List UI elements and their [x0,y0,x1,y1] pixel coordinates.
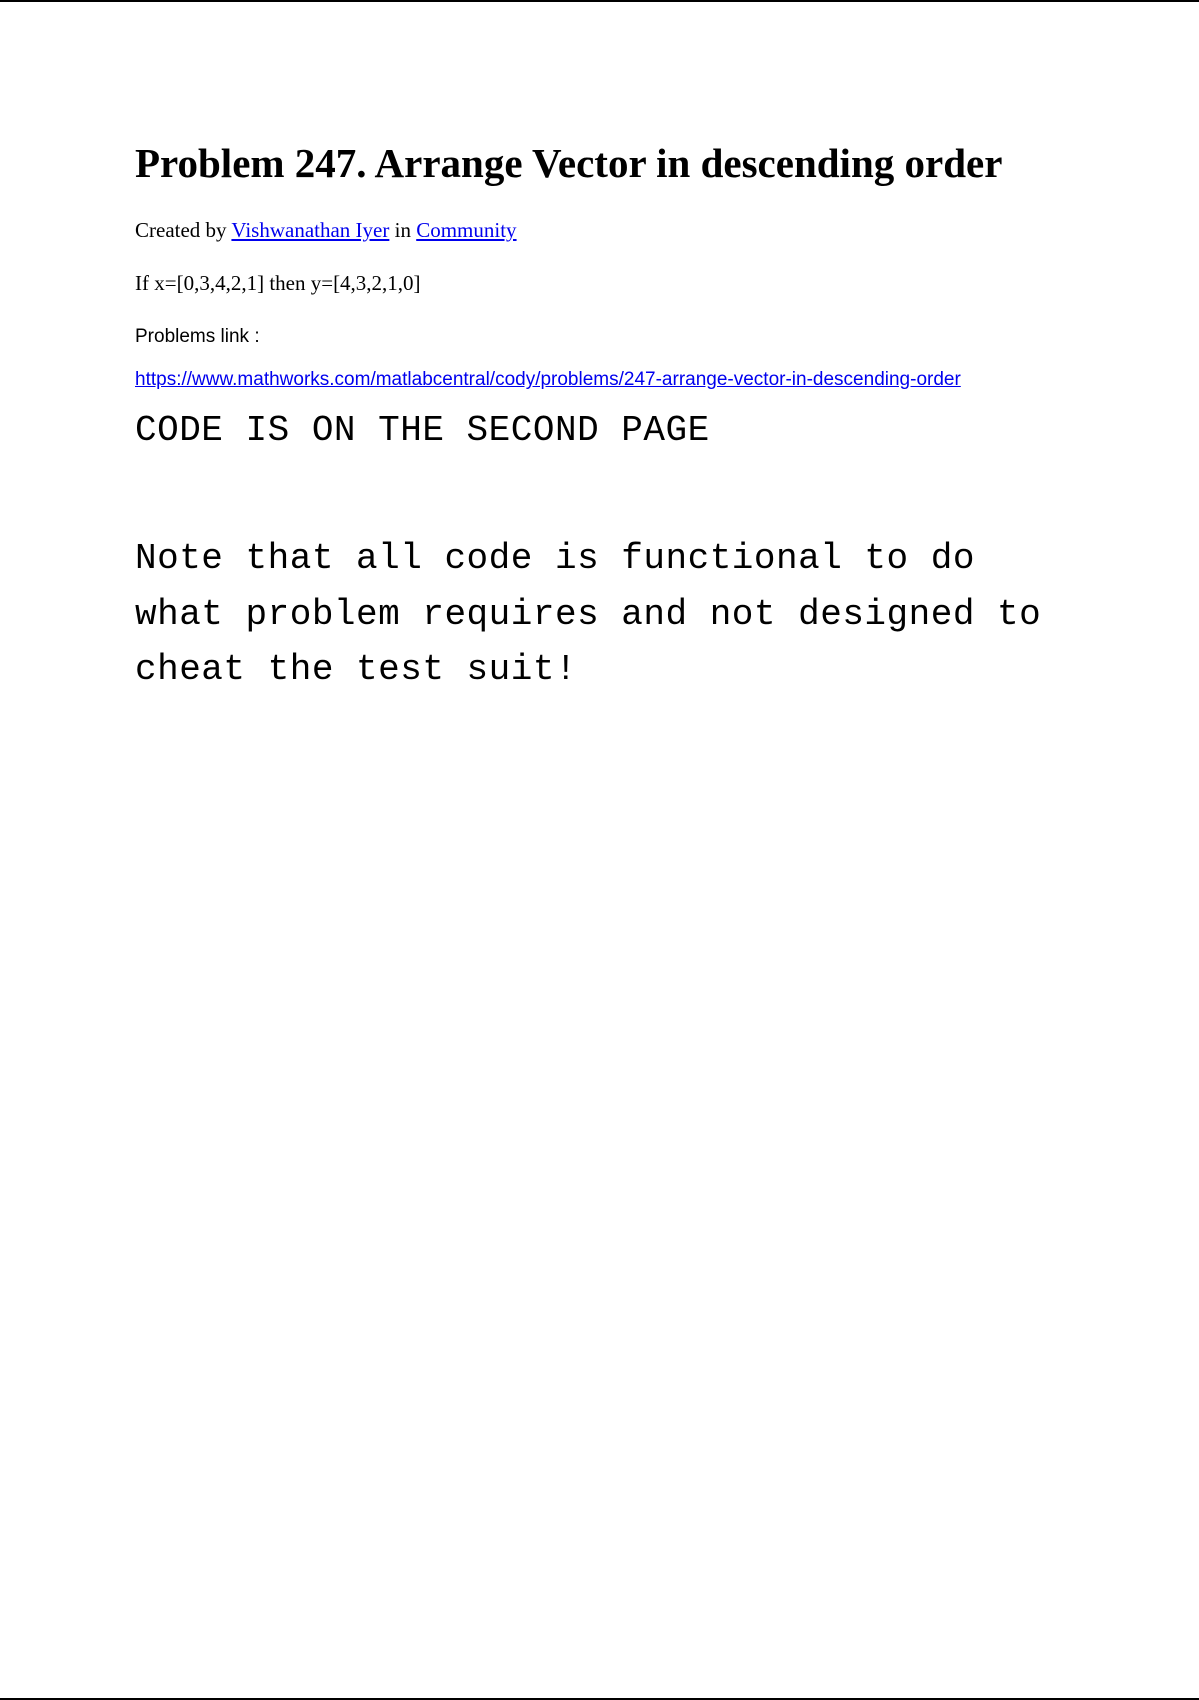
problem-url-link[interactable]: https://www.mathworks.com/matlabcentral/… [135,366,1064,395]
author-link[interactable]: Vishwanathan Iyer [231,218,389,242]
category-link[interactable]: Community [416,218,516,242]
document-page: Problem 247. Arrange Vector in descendin… [0,0,1199,1700]
byline-prefix: Created by [135,218,231,242]
problems-link-label: Problems link : [135,326,1064,348]
note-text: Note that all code is functional to do w… [135,531,1064,698]
byline: Created by Vishwanathan Iyer in Communit… [135,218,1064,243]
problem-description: If x=[0,3,4,2,1] then y=[4,3,2,1,0] [135,271,1064,296]
page-title: Problem 247. Arrange Vector in descendin… [135,137,1064,190]
code-notice: CODE IS ON THE SECOND PAGE [135,410,1064,451]
document-content: Problem 247. Arrange Vector in descendin… [135,62,1064,698]
byline-middle: in [389,218,416,242]
